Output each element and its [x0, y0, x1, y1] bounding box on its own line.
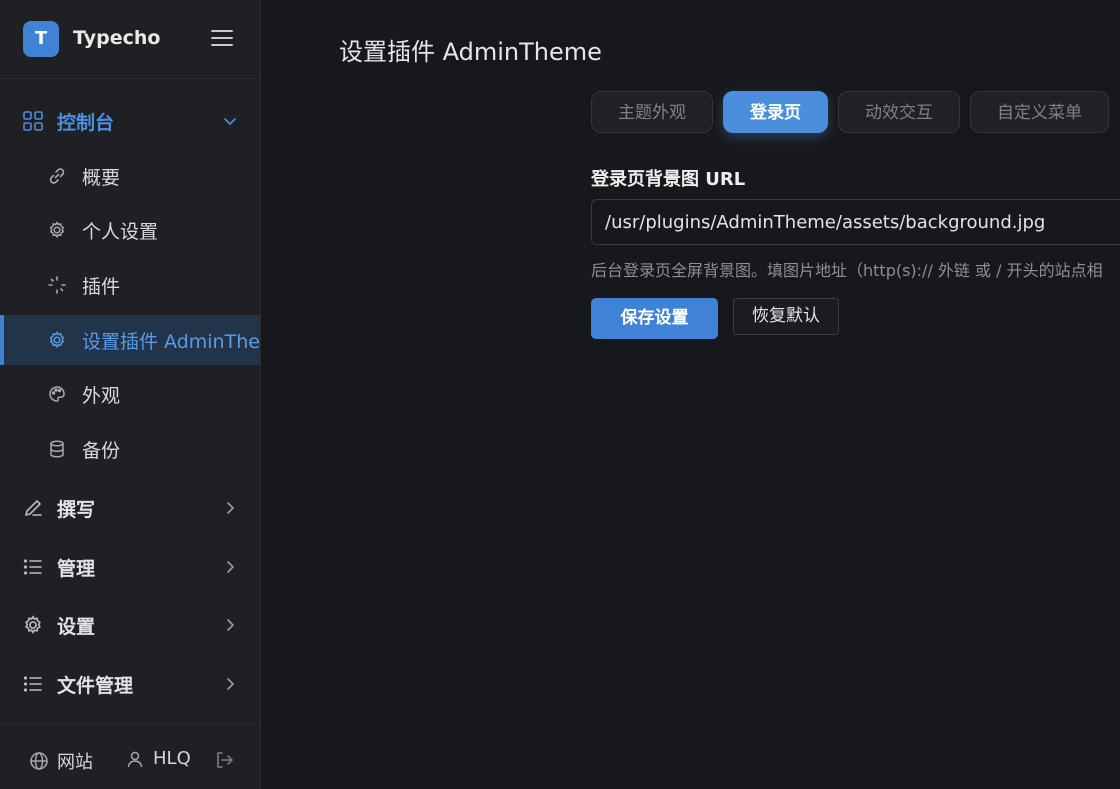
sidebar-item-label: 插件	[82, 275, 121, 298]
logout-icon[interactable]	[214, 750, 234, 770]
user-icon	[127, 751, 143, 767]
brand: T Typecho	[0, 0, 260, 79]
save-button[interactable]: 保存设置	[591, 298, 718, 339]
tab-login-page[interactable]: 登录页	[723, 91, 828, 133]
user-link[interactable]: HLQ	[125, 748, 191, 769]
link-icon	[49, 168, 65, 184]
sidebar-item-appearance[interactable]: 外观	[0, 369, 260, 419]
background-url-help: 后台登录页全屏背景图。填图片地址（http(s):// 外链 或 / 开头的站点…	[591, 261, 1103, 280]
chevron-right-icon	[227, 678, 235, 690]
chevron-right-icon	[227, 502, 235, 514]
database-icon	[50, 440, 64, 458]
gear-icon	[49, 221, 65, 239]
background-url-input[interactable]	[591, 199, 1120, 245]
plugin-icon	[48, 276, 66, 294]
sidebar-item-plugins[interactable]: 插件	[0, 260, 260, 310]
logo[interactable]: T	[23, 21, 59, 57]
sidebar-item-label: 设置插件 AdminTheme	[82, 330, 260, 353]
sidebar-group-settings[interactable]: 设置	[0, 603, 260, 647]
sidebar-item-label: 个人设置	[82, 220, 159, 243]
menu-icon[interactable]	[210, 28, 234, 48]
chevron-down-icon	[224, 118, 236, 126]
sidebar-item-backup[interactable]: 备份	[0, 424, 260, 474]
list-icon	[23, 676, 42, 692]
list-icon	[23, 559, 42, 575]
chevron-right-icon	[227, 561, 235, 573]
site-link[interactable]: 网站	[29, 748, 93, 774]
grid-icon	[23, 111, 43, 131]
sidebar-group-label: 设置	[57, 615, 96, 638]
sidebar-group-files[interactable]: 文件管理	[0, 662, 260, 706]
sidebar-item-label: 外观	[82, 384, 121, 407]
sidebar-group-write[interactable]: 撰写	[0, 486, 260, 530]
sidebar-footer: 网站 HLQ	[0, 723, 260, 789]
sidebar-group-label: 撰写	[57, 498, 96, 521]
page-title: 设置插件 AdminTheme	[339, 38, 602, 66]
reset-default-button[interactable]: 恢复默认	[733, 298, 839, 335]
sidebar-item-label: 概要	[82, 166, 121, 189]
brand-name[interactable]: Typecho	[73, 27, 160, 49]
sidebar-group-label: 管理	[57, 557, 96, 580]
sidebar-item-label: 备份	[82, 439, 121, 462]
sidebar-group-manage[interactable]: 管理	[0, 545, 260, 589]
tab-animation[interactable]: 动效交互	[838, 91, 960, 133]
palette-icon	[49, 386, 65, 402]
tab-custom-menu[interactable]: 自定义菜单	[970, 91, 1109, 133]
sidebar: T Typecho 控制台 概要 个人设置 插件 设置插件 AdminThe 外…	[0, 0, 261, 789]
background-url-label: 登录页背景图 URL	[591, 169, 746, 190]
user-link-label: HLQ	[153, 748, 191, 769]
pen-icon	[25, 500, 42, 516]
sidebar-group-label: 控制台	[57, 111, 115, 134]
globe-icon	[30, 752, 48, 770]
chevron-right-icon	[227, 619, 235, 631]
site-link-label: 网站	[57, 752, 93, 773]
sidebar-item-admintheme-settings[interactable]: 设置插件 AdminTheme	[0, 315, 260, 365]
sidebar-group-label: 文件管理	[57, 674, 134, 697]
sidebar-item-profile[interactable]: 个人设置	[0, 205, 260, 255]
sidebar-group-dashboard[interactable]: 控制台	[0, 99, 260, 143]
gear-icon	[49, 331, 65, 349]
tab-theme-appearance[interactable]: 主题外观	[591, 91, 713, 133]
sidebar-item-overview[interactable]: 概要	[0, 151, 260, 201]
gear-icon	[25, 615, 41, 634]
